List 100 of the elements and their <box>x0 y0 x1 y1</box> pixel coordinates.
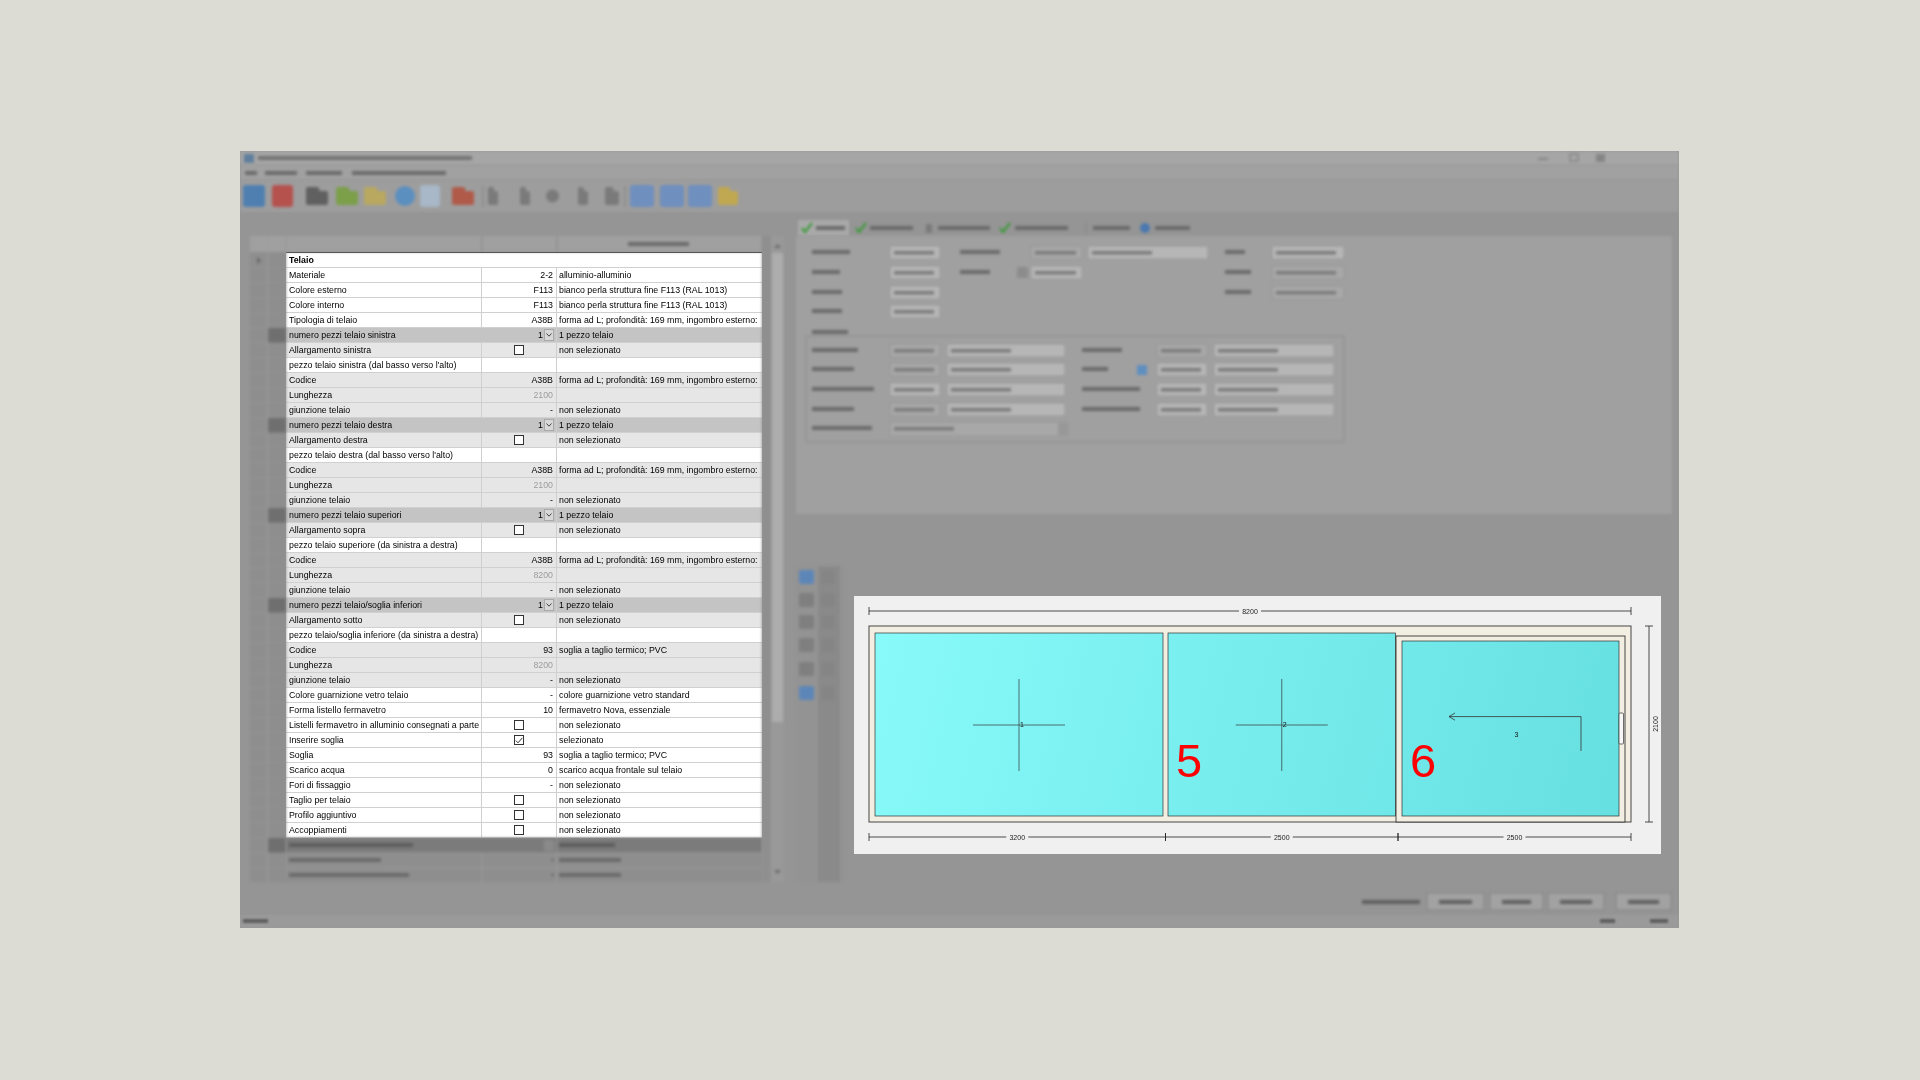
property-description: non selezionato <box>558 674 622 687</box>
property-label: Scarico acqua <box>286 763 482 777</box>
property-label: Lunghezza <box>286 658 482 672</box>
property-label: Colore esterno <box>286 283 482 297</box>
property-code: 2100 <box>482 388 557 402</box>
property-label: Materiale <box>286 268 482 282</box>
property-description: non selezionato <box>558 404 622 417</box>
property-label: giunzione telaio <box>286 583 482 597</box>
checkbox[interactable] <box>514 795 524 805</box>
property-label: Colore interno <box>286 298 482 312</box>
property-label: Codice <box>286 373 482 387</box>
property-description: fermavetro Nova, essenziale <box>558 704 672 717</box>
property-label: numero pezzi telaio superiori <box>288 509 403 522</box>
property-description: forma ad L; profondità: 169 mm, ingombro esterno: <box>558 464 759 477</box>
annotation-number: 6 <box>1410 734 1437 787</box>
checkbox[interactable] <box>514 825 524 835</box>
property-description: non selezionato <box>558 434 622 447</box>
property-label: Forma listello fermavetro <box>286 703 482 717</box>
property-label: Allargamento destra <box>286 433 482 447</box>
property-code: A38B <box>482 553 557 567</box>
property-label: Allargamento sopra <box>286 523 482 537</box>
property-code: 93 <box>482 643 557 657</box>
dropdown-field[interactable]: 1 <box>482 508 557 522</box>
property-label: pezzo telaio superiore (da sinistra a destra) <box>286 538 482 552</box>
property-label: giunzione telaio <box>286 493 482 507</box>
section-title: Telaio <box>288 254 315 267</box>
property-label: pezzo telaio destra (dal basso verso l'alto) <box>286 448 482 462</box>
checkbox[interactable] <box>514 735 524 745</box>
property-code: - <box>482 403 557 417</box>
property-code: A38B <box>482 373 557 387</box>
property-label: numero pezzi telaio/soglia inferiori <box>288 599 423 612</box>
property-label: Lunghezza <box>286 478 482 492</box>
property-code: A38B <box>482 463 557 477</box>
property-code: - <box>482 493 557 507</box>
property-label: giunzione telaio <box>286 403 482 417</box>
property-description: non selezionato <box>558 494 622 507</box>
property-description: bianco perla struttura fine F113 (RAL 1013) <box>558 299 729 312</box>
property-label: Allargamento sotto <box>286 613 482 627</box>
property-description: non selezionato <box>558 344 622 357</box>
property-description: 1 pezzo telaio <box>558 599 615 612</box>
dropdown-field[interactable]: 1 <box>482 418 557 432</box>
property-description: scarico acqua frontale sul telaio <box>558 764 684 777</box>
property-description: forma ad L; profondità: 169 mm, ingombro esterno: <box>558 374 759 387</box>
cross-mark-icon <box>1235 678 1329 772</box>
property-label: Allargamento sinistra <box>286 343 482 357</box>
property-label: Colore guarnizione vetro telaio <box>286 688 482 702</box>
annotation-number: 5 <box>1176 734 1203 787</box>
property-description: soglia a taglio termico; PVC <box>558 644 669 657</box>
property-description: non selezionato <box>558 794 622 807</box>
property-description: non selezionato <box>558 719 622 732</box>
property-description: selezionato <box>558 734 605 747</box>
property-label: Tipologia di telaio <box>286 313 482 327</box>
property-label: Lunghezza <box>286 388 482 402</box>
property-code: A38B <box>482 313 557 327</box>
property-code: 8200 <box>482 658 557 672</box>
checkbox[interactable] <box>514 435 524 445</box>
property-description: non selezionato <box>558 824 622 837</box>
checkbox[interactable] <box>514 720 524 730</box>
property-label: numero pezzi telaio destra <box>288 419 394 432</box>
property-label: Accoppiamenti <box>286 823 482 837</box>
property-code: 2-2 <box>482 268 557 282</box>
property-code: 2100 <box>482 478 557 492</box>
property-code: F113 <box>482 298 557 312</box>
property-description: forma ad L; profondità: 169 mm, ingombro esterno: <box>558 314 759 327</box>
property-description: forma ad L; profondità: 169 mm, ingombro esterno: <box>558 554 759 567</box>
property-label: pezzo telaio sinistra (dal basso verso l'alto) <box>286 358 482 372</box>
property-label: Listelli fermavetro in alluminio consegnati a parte <box>286 718 482 732</box>
checkbox[interactable] <box>514 525 524 535</box>
property-description: 1 pezzo telaio <box>558 509 615 522</box>
property-label: Lunghezza <box>286 568 482 582</box>
property-label: Fori di fissaggio <box>286 778 482 792</box>
property-label: Soglia <box>286 748 482 762</box>
dropdown-field[interactable]: 1 <box>482 598 557 612</box>
property-code: 93 <box>482 748 557 762</box>
checkbox[interactable] <box>514 345 524 355</box>
cross-mark-icon <box>972 678 1066 772</box>
property-description: soglia a taglio termico; PVC <box>558 749 669 762</box>
property-description: 1 pezzo telaio <box>558 329 615 342</box>
checkbox[interactable] <box>514 615 524 625</box>
property-description: colore guarnizione vetro standard <box>558 689 691 702</box>
property-label: Taglio per telaio <box>286 793 482 807</box>
property-description: non selezionato <box>558 779 622 792</box>
property-label: Codice <box>286 553 482 567</box>
property-code: 0 <box>482 763 557 777</box>
property-label: Profilo aggiuntivo <box>286 808 482 822</box>
property-code: - <box>482 778 557 792</box>
property-description: non selezionato <box>558 584 622 597</box>
checkbox[interactable] <box>514 810 524 820</box>
property-description: alluminio-alluminio <box>558 269 633 282</box>
property-code: - <box>482 688 557 702</box>
property-code: F113 <box>482 283 557 297</box>
dropdown-field[interactable]: 1 <box>482 328 557 342</box>
property-description: non selezionato <box>558 809 622 822</box>
property-description: non selezionato <box>558 524 622 537</box>
property-description: non selezionato <box>558 614 622 627</box>
property-code: 8200 <box>482 568 557 582</box>
property-code: - <box>482 583 557 597</box>
property-label: giunzione telaio <box>286 673 482 687</box>
property-label: Inserire soglia <box>286 733 482 747</box>
property-label: Codice <box>286 643 482 657</box>
